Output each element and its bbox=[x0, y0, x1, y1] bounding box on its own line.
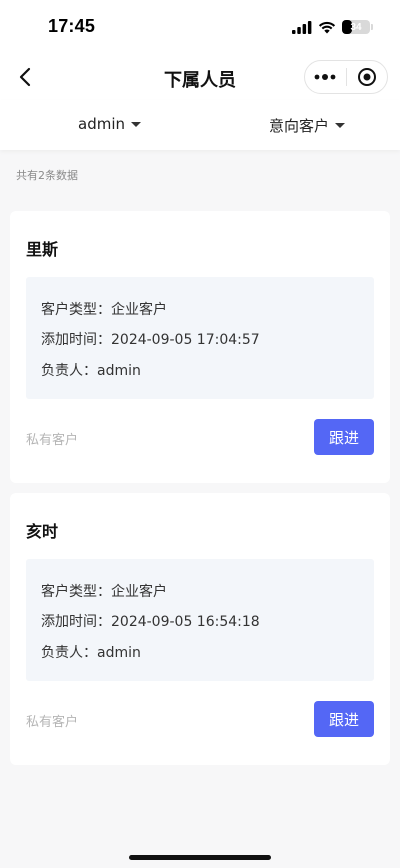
customer-card[interactable]: 亥时 客户类型：企业客户 添加时间：2024-09-05 16:54:18 负责… bbox=[10, 493, 390, 765]
more-button[interactable] bbox=[305, 61, 346, 93]
user-filter-label: admin bbox=[78, 115, 125, 133]
more-dots-icon bbox=[314, 74, 336, 80]
owner-line: 负责人：admin bbox=[41, 645, 141, 661]
owner-line: 负责人：admin bbox=[41, 363, 141, 379]
customer-type-label: 意向客户 bbox=[269, 117, 330, 135]
customer-type-line: 客户类型：企业客户 bbox=[41, 302, 167, 318]
status-time: 17:45 bbox=[48, 16, 96, 36]
mini-program-capsule bbox=[304, 60, 388, 94]
filter-bar: admin 意向客户 bbox=[0, 100, 400, 150]
battery-tip bbox=[371, 24, 373, 30]
customer-type-line: 客户类型：企业客户 bbox=[41, 584, 167, 600]
close-miniprogram-button[interactable] bbox=[347, 61, 388, 93]
added-time-line: 添加时间：2024-09-05 16:54:18 bbox=[41, 614, 260, 630]
customer-tag: 私有客户 bbox=[26, 433, 79, 448]
status-bar: 17:45 34 bbox=[0, 0, 400, 56]
customer-tag: 私有客户 bbox=[26, 715, 79, 730]
status-icons: 34 bbox=[292, 20, 373, 34]
target-circle-icon bbox=[357, 68, 376, 86]
added-time-line: 添加时间：2024-09-05 17:04:57 bbox=[41, 332, 260, 348]
follow-up-button[interactable]: 跟进 bbox=[314, 419, 374, 455]
home-indicator[interactable] bbox=[129, 855, 271, 860]
wifi-icon bbox=[318, 21, 336, 33]
follow-up-button[interactable]: 跟进 bbox=[314, 701, 374, 737]
customer-info-box: 客户类型：企业客户 添加时间：2024-09-05 17:04:57 负责人：a… bbox=[26, 277, 374, 399]
result-count: 共有2条数据 bbox=[16, 169, 78, 182]
nav-bar: 下属人员 bbox=[0, 56, 400, 100]
customer-name: 里斯 bbox=[26, 240, 59, 259]
caret-down-icon bbox=[335, 123, 346, 128]
customer-type-dropdown[interactable]: 意向客户 bbox=[269, 115, 346, 136]
battery-level: 34 bbox=[350, 21, 362, 33]
customer-card[interactable]: 里斯 客户类型：企业客户 添加时间：2024-09-05 17:04:57 负责… bbox=[10, 211, 390, 483]
user-filter-dropdown[interactable]: admin bbox=[78, 115, 141, 133]
battery-icon: 34 bbox=[342, 20, 373, 34]
customer-info-box: 客户类型：企业客户 添加时间：2024-09-05 16:54:18 负责人：a… bbox=[26, 559, 374, 681]
caret-down-icon bbox=[131, 121, 141, 127]
signal-icon bbox=[292, 20, 312, 34]
customer-name: 亥时 bbox=[26, 522, 59, 541]
